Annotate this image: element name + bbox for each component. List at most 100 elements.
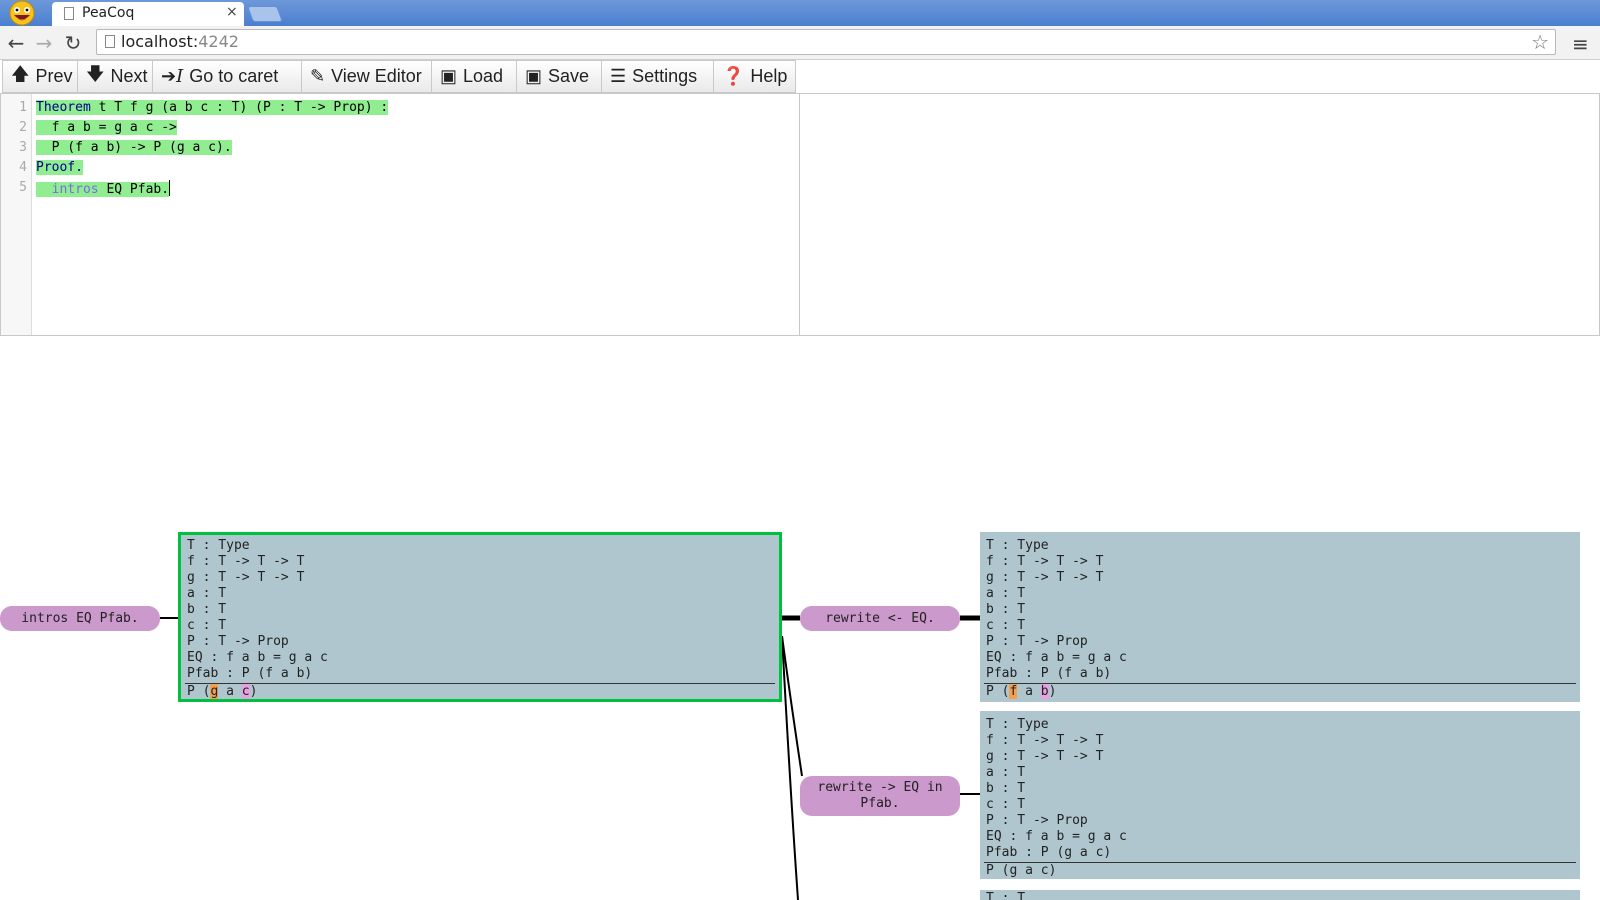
hypothesis: T : Type — [986, 538, 1049, 553]
tactic-keyword: intros — [51, 182, 99, 197]
hypothesis: EQ : f a b = g a c — [187, 650, 328, 665]
goal-node[interactable]: T : T — [980, 890, 1580, 900]
goal-node[interactable]: T : Type f : T -> T -> T g : T -> T -> T… — [980, 532, 1580, 702]
diff-highlight: c — [241, 684, 250, 699]
save-label: Save — [548, 66, 590, 86]
prev-button[interactable]: 🡅 Prev — [2, 60, 78, 93]
tab-title: PeaCoq — [82, 5, 135, 21]
url-port: 4242 — [198, 32, 239, 51]
hypothesis: a : T — [986, 765, 1026, 780]
goal-pane — [800, 93, 1600, 336]
code-line: Proof. — [36, 160, 83, 175]
help-label: Help — [750, 66, 788, 86]
code-text: EQ Pfab. — [98, 182, 170, 197]
keyword-proof: Proof. — [36, 160, 83, 175]
hypothesis: a : T — [986, 586, 1026, 601]
list-icon: ☰ — [610, 66, 627, 86]
next-button[interactable]: 🡇 Next — [77, 60, 153, 93]
go-to-caret-label: Go to caret — [189, 66, 279, 86]
goal-conclusion: P (g a c) — [986, 863, 1057, 878]
help-button[interactable]: ❓ Help — [713, 60, 796, 93]
line-number: 1 — [19, 100, 27, 115]
reload-icon[interactable]: ↻ — [61, 31, 85, 55]
peacoq-toolbar: 🡅 Prev 🡇 Next ➔I Go to caret ✎ View Editor ▣… — [0, 60, 1600, 94]
hypothesis: c : T — [986, 618, 1026, 633]
hypothesis: c : T — [986, 797, 1026, 812]
arrow-down-icon: 🡇 — [86, 63, 105, 84]
next-label: Next — [110, 66, 148, 86]
code-line: P (f a b) -> P (g a c). — [36, 140, 232, 155]
arrow-up-icon: 🡅 — [11, 63, 30, 84]
hypothesis: Pfab : P (g a c) — [986, 845, 1112, 860]
hypothesis: b : T — [986, 602, 1026, 617]
go-to-caret-button[interactable]: ➔I Go to caret — [152, 60, 302, 93]
browser-tab[interactable]: PeaCoq × — [52, 2, 244, 26]
concl-text: P ( — [187, 684, 211, 699]
hypothesis: g : T -> T -> T — [986, 749, 1104, 764]
concl-text: P ( — [986, 684, 1010, 699]
line-gutter: 1 2 3 4 5 — [1, 94, 32, 335]
address-bar[interactable]: localhost:4242 ☆ — [96, 29, 1556, 55]
view-editor-button[interactable]: ✎ View Editor — [301, 60, 432, 93]
menu-icon[interactable]: ≡ — [1572, 32, 1589, 56]
hypothesis: EQ : f a b = g a c — [986, 650, 1127, 665]
diff-highlight: b — [1040, 684, 1049, 699]
goal-separator — [984, 862, 1576, 863]
smiley-logo-icon — [9, 0, 35, 26]
code-line: intros EQ Pfab. — [36, 180, 171, 197]
hypothesis: b : T — [986, 781, 1026, 796]
hypothesis: T : T — [986, 891, 1026, 900]
code-editor[interactable]: 1 2 3 4 5 Theorem t T f g (a b c : T) (P… — [0, 93, 800, 336]
settings-button[interactable]: ☰ Settings — [601, 60, 714, 93]
hypothesis: P : T -> Prop — [986, 813, 1088, 828]
goal-separator — [984, 683, 1576, 684]
edge — [781, 635, 799, 900]
page-icon — [105, 35, 115, 48]
hypothesis: T : Type — [986, 717, 1049, 732]
code-line: Theorem t T f g (a b c : T) (P : T -> Pr… — [36, 100, 389, 115]
back-arrow-icon[interactable]: ← — [4, 31, 28, 55]
concl-text: ) — [249, 684, 258, 699]
hypothesis: a : T — [187, 586, 227, 601]
proof-tree: intros EQ Pfab. T : Type f : T -> T -> T… — [0, 336, 1600, 900]
load-button[interactable]: ▣ Load — [431, 60, 517, 93]
hypothesis: g : T -> T -> T — [187, 570, 305, 585]
forward-arrow-icon[interactable]: → — [32, 31, 56, 55]
tactic-node-intros[interactable]: intros EQ Pfab. — [0, 606, 160, 631]
text-caret — [169, 180, 171, 196]
new-tab-button[interactable] — [247, 6, 283, 22]
browser-nav-bar: ← → ↻ localhost:4242 ☆ ≡ — [0, 26, 1600, 60]
edit-icon: ✎ — [310, 66, 326, 86]
concl-text: ) — [1048, 684, 1057, 699]
goal-conclusion: P (f a b) — [986, 684, 1056, 700]
prev-label: Prev — [35, 66, 73, 86]
tactic-node-rewrite-back[interactable]: rewrite <- EQ. — [800, 606, 960, 631]
bookmark-star-icon[interactable]: ☆ — [1531, 30, 1549, 54]
goal-node[interactable]: T : Type f : T -> T -> T g : T -> T -> T… — [980, 711, 1580, 879]
hypothesis: Pfab : P (f a b) — [986, 666, 1112, 681]
page-icon — [64, 7, 74, 20]
code-line: f a b = g a c -> — [36, 120, 177, 135]
hypothesis: g : T -> T -> T — [986, 570, 1104, 585]
save-button[interactable]: ▣ Save — [516, 60, 602, 93]
close-tab-icon[interactable]: × — [226, 4, 238, 20]
load-icon: ▣ — [440, 66, 458, 86]
goal-conclusion: P (g a c) — [187, 684, 257, 700]
hypothesis: EQ : f a b = g a c — [986, 829, 1127, 844]
line-number: 4 — [19, 160, 27, 175]
url-host: localhost: — [121, 32, 199, 51]
hypothesis: f : T -> T -> T — [187, 554, 305, 569]
hypothesis: c : T — [187, 618, 227, 633]
concl-text: a — [1017, 684, 1041, 699]
hypothesis: f : T -> T -> T — [986, 733, 1104, 748]
current-goal[interactable]: T : Type f : T -> T -> T g : T -> T -> T… — [178, 532, 782, 702]
save-icon: ▣ — [525, 66, 543, 86]
hypothesis: P : T -> Prop — [187, 634, 289, 649]
code-text: t T f g (a b c : T) (P : T -> Prop) : — [90, 100, 389, 115]
goto-caret-icon: ➔I — [161, 66, 184, 87]
tactic-node-rewrite-in[interactable]: rewrite -> EQ in Pfab. — [800, 776, 960, 816]
hypothesis: f : T -> T -> T — [986, 554, 1104, 569]
hypothesis: P : T -> Prop — [986, 634, 1088, 649]
keyword-theorem: Theorem — [36, 100, 91, 115]
